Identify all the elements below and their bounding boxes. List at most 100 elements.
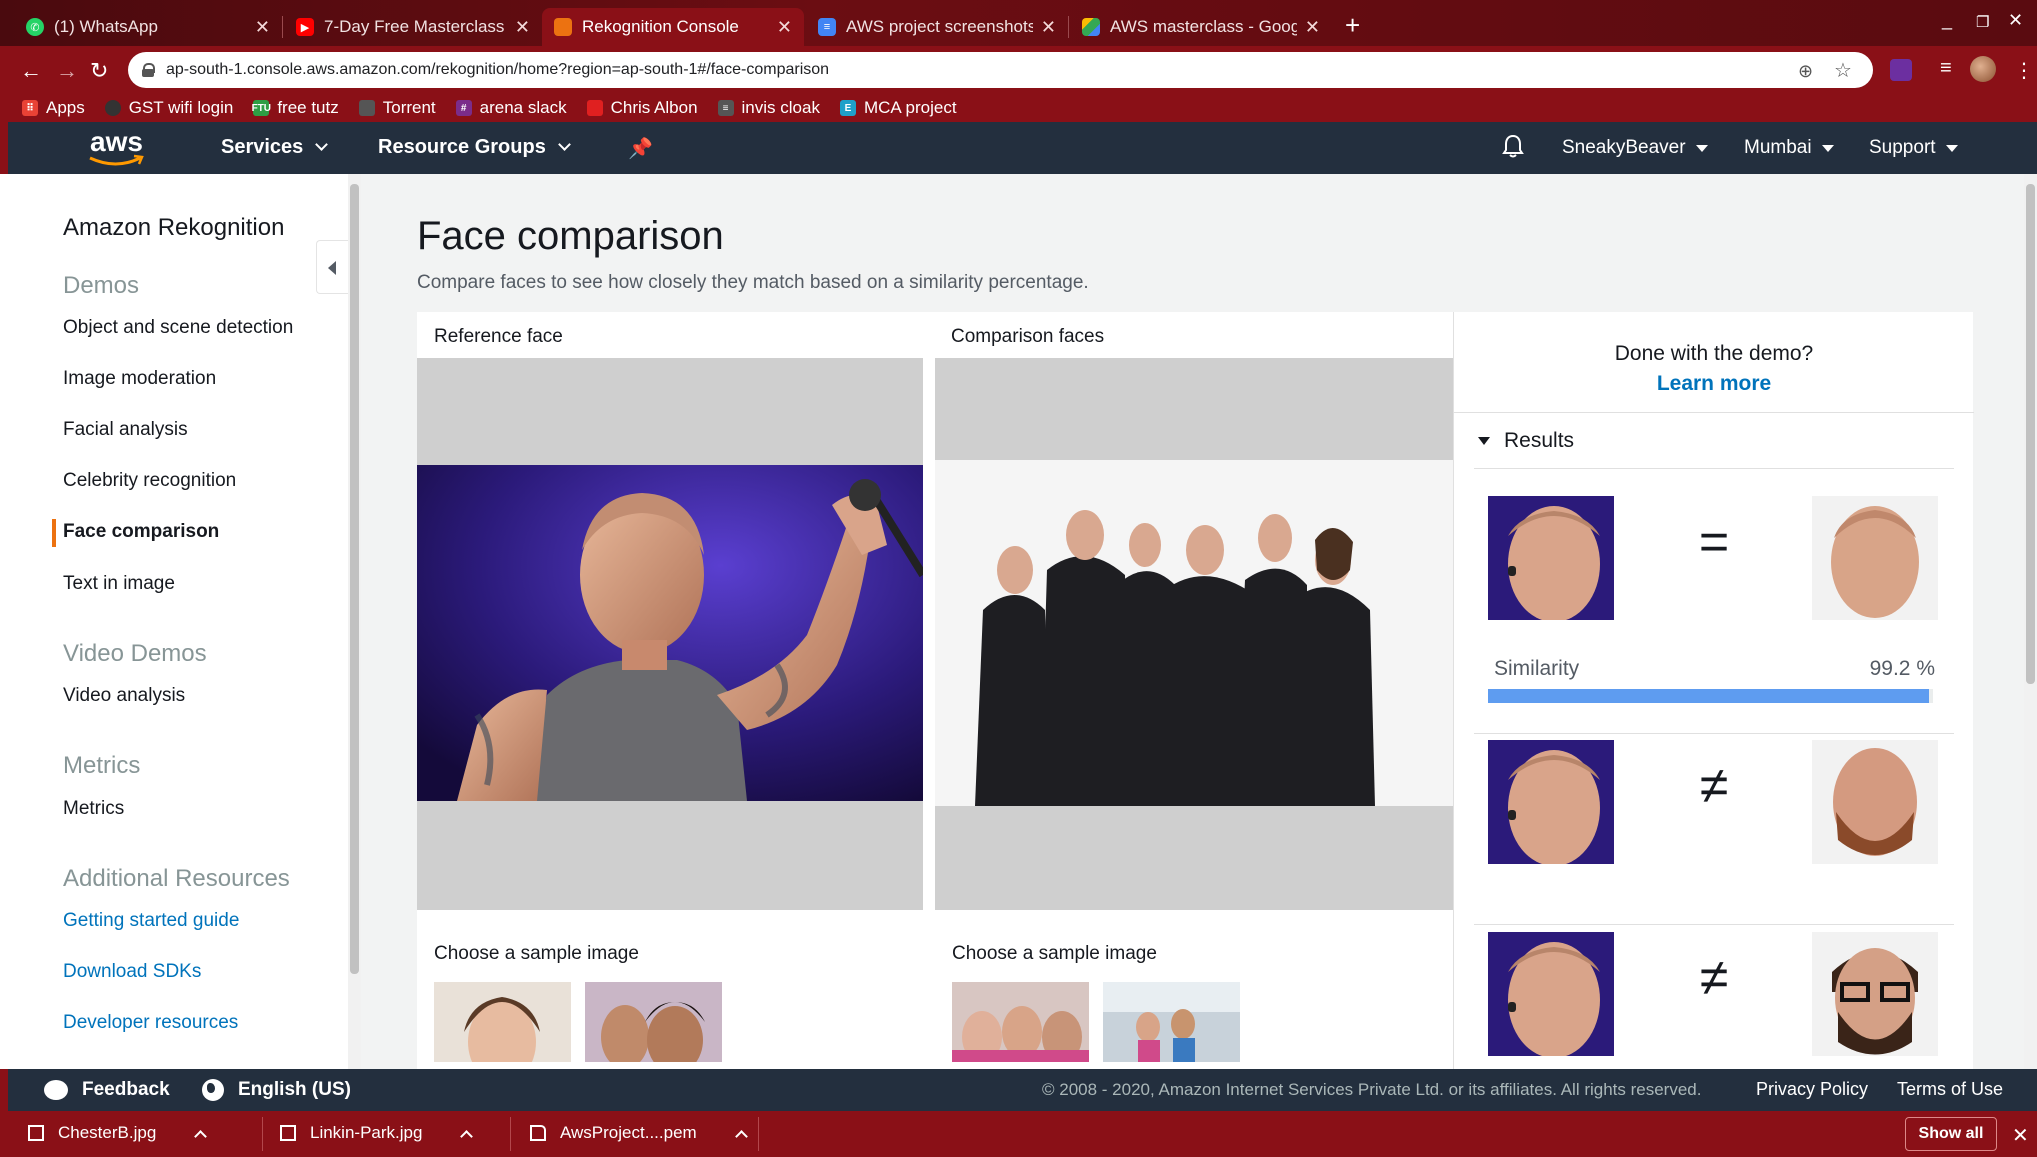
close-tab-icon[interactable]: ✕ (1305, 17, 1320, 38)
show-all-downloads-button[interactable]: Show all (1905, 1117, 1997, 1151)
back-icon[interactable]: ← (20, 58, 42, 84)
aws-icon (554, 18, 572, 36)
services-menu[interactable]: Services (221, 136, 329, 159)
link-developer-resources[interactable]: Developer resources (63, 1012, 238, 1034)
scrollbar-thumb[interactable] (350, 184, 359, 974)
tab-aws-masterclass[interactable]: AWS masterclass - Google ✕ (1070, 8, 1332, 46)
feedback-button[interactable]: Feedback (44, 1079, 170, 1101)
minimize-icon[interactable]: _ (1942, 10, 1952, 31)
new-tab-icon[interactable]: + (1345, 10, 1360, 41)
sidebar-item-metrics[interactable]: Metrics (63, 798, 124, 820)
close-downloads-icon[interactable]: ✕ (2012, 1123, 2029, 1148)
collapse-sidebar-button[interactable] (316, 240, 348, 294)
tab-rekognition-console[interactable]: Rekognition Console ✕ (542, 8, 804, 46)
sample-thumbnail[interactable] (952, 982, 1089, 1062)
page-subtitle: Compare faces to see how closely they ma… (417, 272, 1089, 293)
reference-face-crop (1488, 932, 1614, 1056)
sample-thumbnail[interactable] (1103, 982, 1240, 1062)
sidebar-item-image-moderation[interactable]: Image moderation (63, 368, 216, 390)
bookmark-torrent[interactable]: Torrent (358, 98, 436, 118)
bookmark-label: free tutz (277, 98, 339, 117)
bookmark-arena-slack[interactable]: # arena slack (455, 98, 567, 118)
bookmark-mca-project[interactable]: E MCA project (839, 98, 957, 118)
sidebar-item-object-detection[interactable]: Object and scene detection (63, 317, 293, 339)
zoom-icon[interactable]: ⊕ (1798, 61, 1813, 82)
sidebar-section-additional-resources: Additional Resources (63, 865, 290, 892)
tab-masterclass[interactable]: ▶ 7-Day Free Masterclass | D ✕ (284, 8, 542, 46)
tab-title: AWS project screenshots (846, 17, 1033, 36)
close-tab-icon[interactable]: ✕ (777, 17, 792, 38)
comparison-face-crop (1812, 740, 1938, 864)
results-toggle[interactable]: Results (1478, 429, 1574, 453)
resource-groups-menu[interactable]: Resource Groups (378, 136, 571, 159)
sidebar-item-facial-analysis[interactable]: Facial analysis (63, 419, 188, 441)
tab-whatsapp[interactable]: ✆ (1) WhatsApp ✕ (14, 8, 282, 46)
star-icon[interactable]: ☆ (1834, 58, 1852, 83)
restore-icon[interactable]: ❐ (1976, 13, 1989, 31)
region-menu[interactable]: Mumbai (1744, 137, 1834, 159)
terms-of-use-link[interactable]: Terms of Use (1897, 1079, 2003, 1100)
sidebar-title[interactable]: Amazon Rekognition (63, 214, 284, 242)
link-download-sdks[interactable]: Download SDKs (63, 961, 201, 983)
menu-icon[interactable]: ⋮ (2014, 58, 2034, 83)
download-item[interactable]: Linkin-Park.jpg (280, 1123, 474, 1143)
chevron-down-icon (315, 138, 329, 151)
match-equals-icon: = (1698, 513, 1730, 571)
close-tab-icon[interactable]: ✕ (515, 17, 530, 38)
sidebar-scrollbar[interactable] (348, 174, 361, 1069)
extension-icon[interactable] (1890, 59, 1912, 81)
avatar[interactable] (1970, 56, 1996, 82)
pin-icon[interactable]: 📌 (628, 136, 653, 161)
bookmark-chris-albon[interactable]: Chris Albon (586, 98, 698, 118)
close-tab-icon[interactable]: ✕ (1041, 17, 1056, 38)
bookmark-apps[interactable]: ⠿ Apps (22, 98, 85, 118)
scrollbar-thumb[interactable] (2026, 184, 2035, 684)
sidebar-item-video-analysis[interactable]: Video analysis (63, 685, 185, 707)
media-queue-icon[interactable]: ≡ (1940, 57, 1952, 80)
chevron-up-icon[interactable] (734, 1129, 748, 1143)
privacy-policy-link[interactable]: Privacy Policy (1756, 1079, 1868, 1100)
results-heading: Results (1504, 429, 1575, 452)
region-label: Mumbai (1744, 137, 1812, 158)
bookmark-gst[interactable]: GST wifi login (104, 98, 233, 118)
sidebar-item-text-in-image[interactable]: Text in image (63, 573, 175, 595)
reference-image-dropzone[interactable] (417, 358, 923, 910)
download-item[interactable]: ChesterB.jpg (28, 1123, 208, 1143)
sample-thumbnail[interactable] (585, 982, 722, 1062)
language-selector[interactable]: English (US) (202, 1079, 351, 1101)
link-getting-started-guide[interactable]: Getting started guide (63, 910, 239, 932)
main-scrollbar[interactable] (2024, 174, 2037, 1069)
drive-icon (1082, 18, 1100, 36)
forward-icon[interactable]: → (56, 58, 78, 84)
sample-thumbnail[interactable] (434, 982, 571, 1062)
close-window-icon[interactable]: ✕ (2008, 10, 2023, 31)
tab-title: 7-Day Free Masterclass | D (324, 17, 507, 36)
learn-more-link[interactable]: Learn more (1454, 372, 1974, 396)
divider (510, 1117, 511, 1151)
chat-bubble-icon (44, 1080, 68, 1100)
sidebar-item-celebrity-recognition[interactable]: Celebrity recognition (63, 470, 236, 492)
address-bar[interactable]: ap-south-1.console.aws.amazon.com/rekogn… (128, 52, 1873, 88)
close-tab-icon[interactable]: ✕ (255, 17, 270, 38)
bookmark-free-tutz[interactable]: FTU free tutz (252, 98, 339, 118)
tab-aws-project-screenshots[interactable]: ≡ AWS project screenshots ✕ (806, 8, 1068, 46)
sidebar-item-face-comparison[interactable]: Face comparison (63, 521, 219, 543)
tab-separator (1068, 16, 1069, 38)
download-item[interactable]: AwsProject....pem (530, 1123, 748, 1143)
chevron-up-icon[interactable] (194, 1129, 208, 1143)
bell-icon[interactable] (1502, 134, 1524, 158)
tab-separator (282, 16, 283, 38)
support-menu[interactable]: Support (1869, 137, 1958, 159)
download-filename: ChesterB.jpg (58, 1123, 157, 1142)
url-text: ap-south-1.console.aws.amazon.com/rekogn… (166, 61, 830, 78)
chevron-up-icon[interactable] (460, 1129, 474, 1143)
user-menu[interactable]: SneakyBeaver (1562, 137, 1708, 159)
aws-logo[interactable]: aws (88, 126, 148, 170)
download-filename: Linkin-Park.jpg (310, 1123, 423, 1142)
bookmarks-bar: ⠿ Apps GST wifi login FTU free tutz Torren… (0, 94, 2037, 122)
divider (262, 1117, 263, 1151)
bookmark-invis-cloak[interactable]: ≡ invis cloak (717, 98, 820, 118)
comparison-image-dropzone[interactable] (935, 358, 1453, 910)
reload-icon[interactable]: ↻ (90, 58, 108, 84)
apps-grid-icon: ⠿ (22, 100, 38, 116)
